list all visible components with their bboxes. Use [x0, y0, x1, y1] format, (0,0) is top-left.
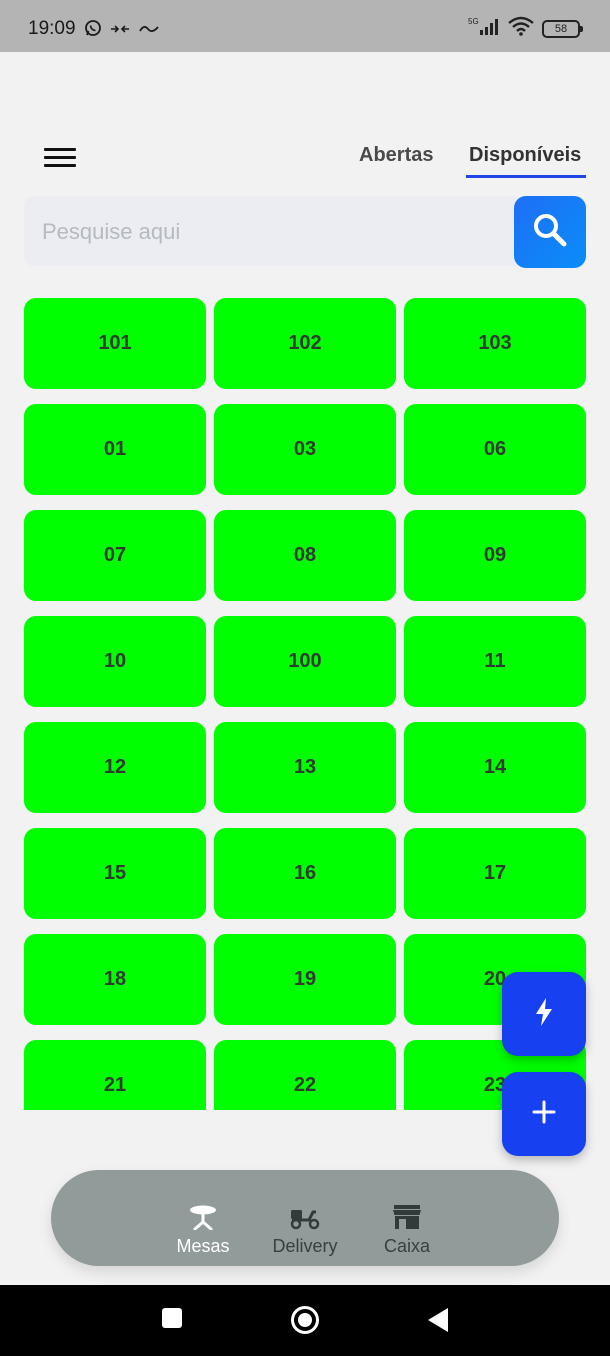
system-status-icons: 5G 58 [468, 16, 583, 41]
tab-abertas[interactable]: Abertas [359, 144, 433, 167]
table-card[interactable]: 08 [214, 510, 396, 601]
search-input[interactable] [42, 216, 482, 248]
table-card[interactable]: 01 [24, 404, 206, 495]
table-card[interactable]: 13 [214, 722, 396, 813]
table-card[interactable]: 18 [24, 934, 206, 1025]
plus-icon [532, 1100, 556, 1129]
active-tab-indicator [466, 175, 586, 178]
store-icon [392, 1204, 422, 1230]
table-card[interactable]: 03 [214, 404, 396, 495]
table-card[interactable]: 06 [404, 404, 586, 495]
table-card[interactable]: 10 [24, 616, 206, 707]
table-card[interactable]: 22 [214, 1040, 396, 1110]
status-bar: 19:09 5G 58 [0, 0, 610, 52]
app-notification-icon [138, 22, 160, 40]
bottom-navigation: Mesas Delivery Caixa [51, 1170, 559, 1266]
nav-label-delivery: Delivery [272, 1236, 338, 1256]
table-card[interactable]: 101 [24, 298, 206, 389]
nav-label-mesas: Mesas [176, 1236, 230, 1256]
table-card[interactable]: 102 [214, 298, 396, 389]
flash-icon [534, 997, 554, 1032]
system-navigation-bar [0, 1285, 610, 1356]
quick-action-button[interactable] [502, 972, 586, 1056]
table-card[interactable]: 15 [24, 828, 206, 919]
table-card[interactable]: 100 [214, 616, 396, 707]
table-card[interactable]: 07 [24, 510, 206, 601]
add-button[interactable] [502, 1072, 586, 1156]
nav-label-caixa: Caixa [383, 1236, 431, 1256]
table-card[interactable]: 14 [404, 722, 586, 813]
network-type-label: 5G [468, 17, 479, 26]
table-card[interactable]: 21 [24, 1040, 206, 1110]
table-icon [188, 1204, 218, 1230]
table-card[interactable]: 16 [214, 828, 396, 919]
home-circle-icon[interactable] [290, 1305, 320, 1340]
back-triangle-icon[interactable] [426, 1307, 450, 1338]
nav-item-delivery[interactable]: Delivery [260, 1170, 350, 1266]
scooter-icon [289, 1204, 321, 1230]
table-card[interactable]: 17 [404, 828, 586, 919]
hamburger-menu-icon[interactable] [44, 148, 76, 172]
table-card[interactable]: 11 [404, 616, 586, 707]
table-card[interactable]: 103 [404, 298, 586, 389]
whatsapp-icon [84, 19, 102, 42]
tab-disponiveis[interactable]: Disponíveis [469, 144, 581, 167]
nav-item-caixa[interactable]: Caixa [362, 1170, 452, 1266]
status-time: 19:09 [28, 18, 76, 39]
nav-item-mesas[interactable]: Mesas [158, 1170, 248, 1266]
search-button[interactable] [514, 196, 586, 268]
search-icon [530, 210, 570, 255]
table-card[interactable]: 19 [214, 934, 396, 1025]
wifi-icon [508, 16, 534, 41]
table-card[interactable]: 12 [24, 722, 206, 813]
data-transfer-icon [110, 22, 130, 40]
battery-icon: 58 [542, 19, 583, 38]
table-card[interactable]: 09 [404, 510, 586, 601]
signal-icon: 5G [468, 16, 500, 41]
recents-square-icon[interactable] [161, 1307, 183, 1334]
notification-icons [84, 19, 160, 42]
